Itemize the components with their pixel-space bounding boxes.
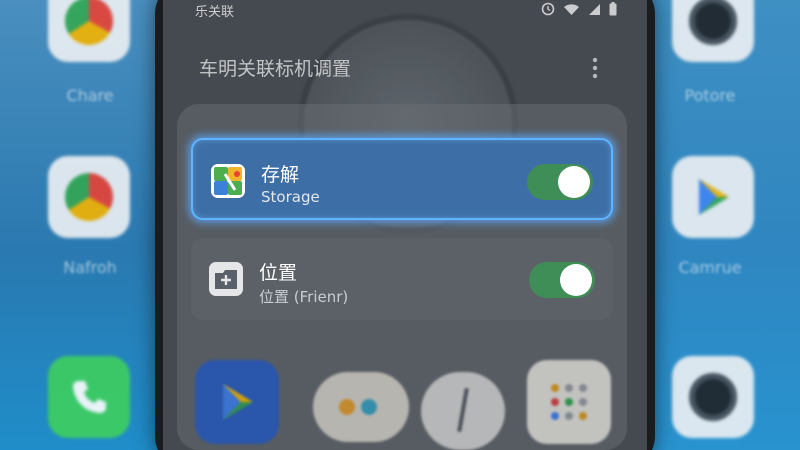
camera-app-icon [672, 0, 754, 62]
permission-title: 位置 [259, 262, 298, 284]
permission-subtitle: 位置 (Frienr) [259, 288, 349, 306]
home-app-label: Camrue [678, 258, 742, 277]
carrier-label: 乐关联 [195, 5, 235, 20]
camera-app-icon [672, 356, 754, 438]
apps-grid-dock-icon [527, 360, 611, 444]
permission-subtitle: Storage [261, 188, 320, 206]
chrome-app-icon [48, 156, 130, 238]
permission-row-location[interactable]: 位置 位置 (Frienr) [191, 238, 613, 320]
storage-toggle[interactable] [527, 164, 593, 200]
status-bar: 乐关联 [163, 0, 647, 22]
toggle-knob [560, 264, 592, 296]
play-store-app-icon [672, 156, 754, 238]
signal-icon [589, 3, 600, 15]
phone-screen: 乐关联 车明关联标机调置 [163, 0, 647, 450]
permission-row-storage[interactable]: 存解 Storage [191, 138, 613, 220]
play-store-dock-icon [195, 360, 279, 444]
toggle-knob [558, 166, 590, 198]
home-app-label: Chare [66, 86, 114, 105]
screen-title: 车明关联标机调置 [199, 58, 352, 80]
battery-icon [609, 2, 617, 16]
permission-title: 存解 [261, 164, 300, 186]
home-app-label: Nafroh [63, 258, 117, 277]
chrome-app-icon [48, 0, 130, 62]
assistant-dock-icon [313, 372, 409, 442]
location-toggle[interactable] [529, 262, 595, 298]
home-app-label: Potore [684, 86, 736, 105]
photos-app-icon [211, 164, 245, 198]
alarm-icon [541, 2, 555, 16]
more-vertical-icon[interactable] [591, 56, 599, 80]
compass-dock-icon [421, 372, 505, 450]
wifi-icon [564, 3, 579, 15]
phone-app-icon [48, 356, 130, 438]
folder-plus-icon [209, 262, 243, 296]
